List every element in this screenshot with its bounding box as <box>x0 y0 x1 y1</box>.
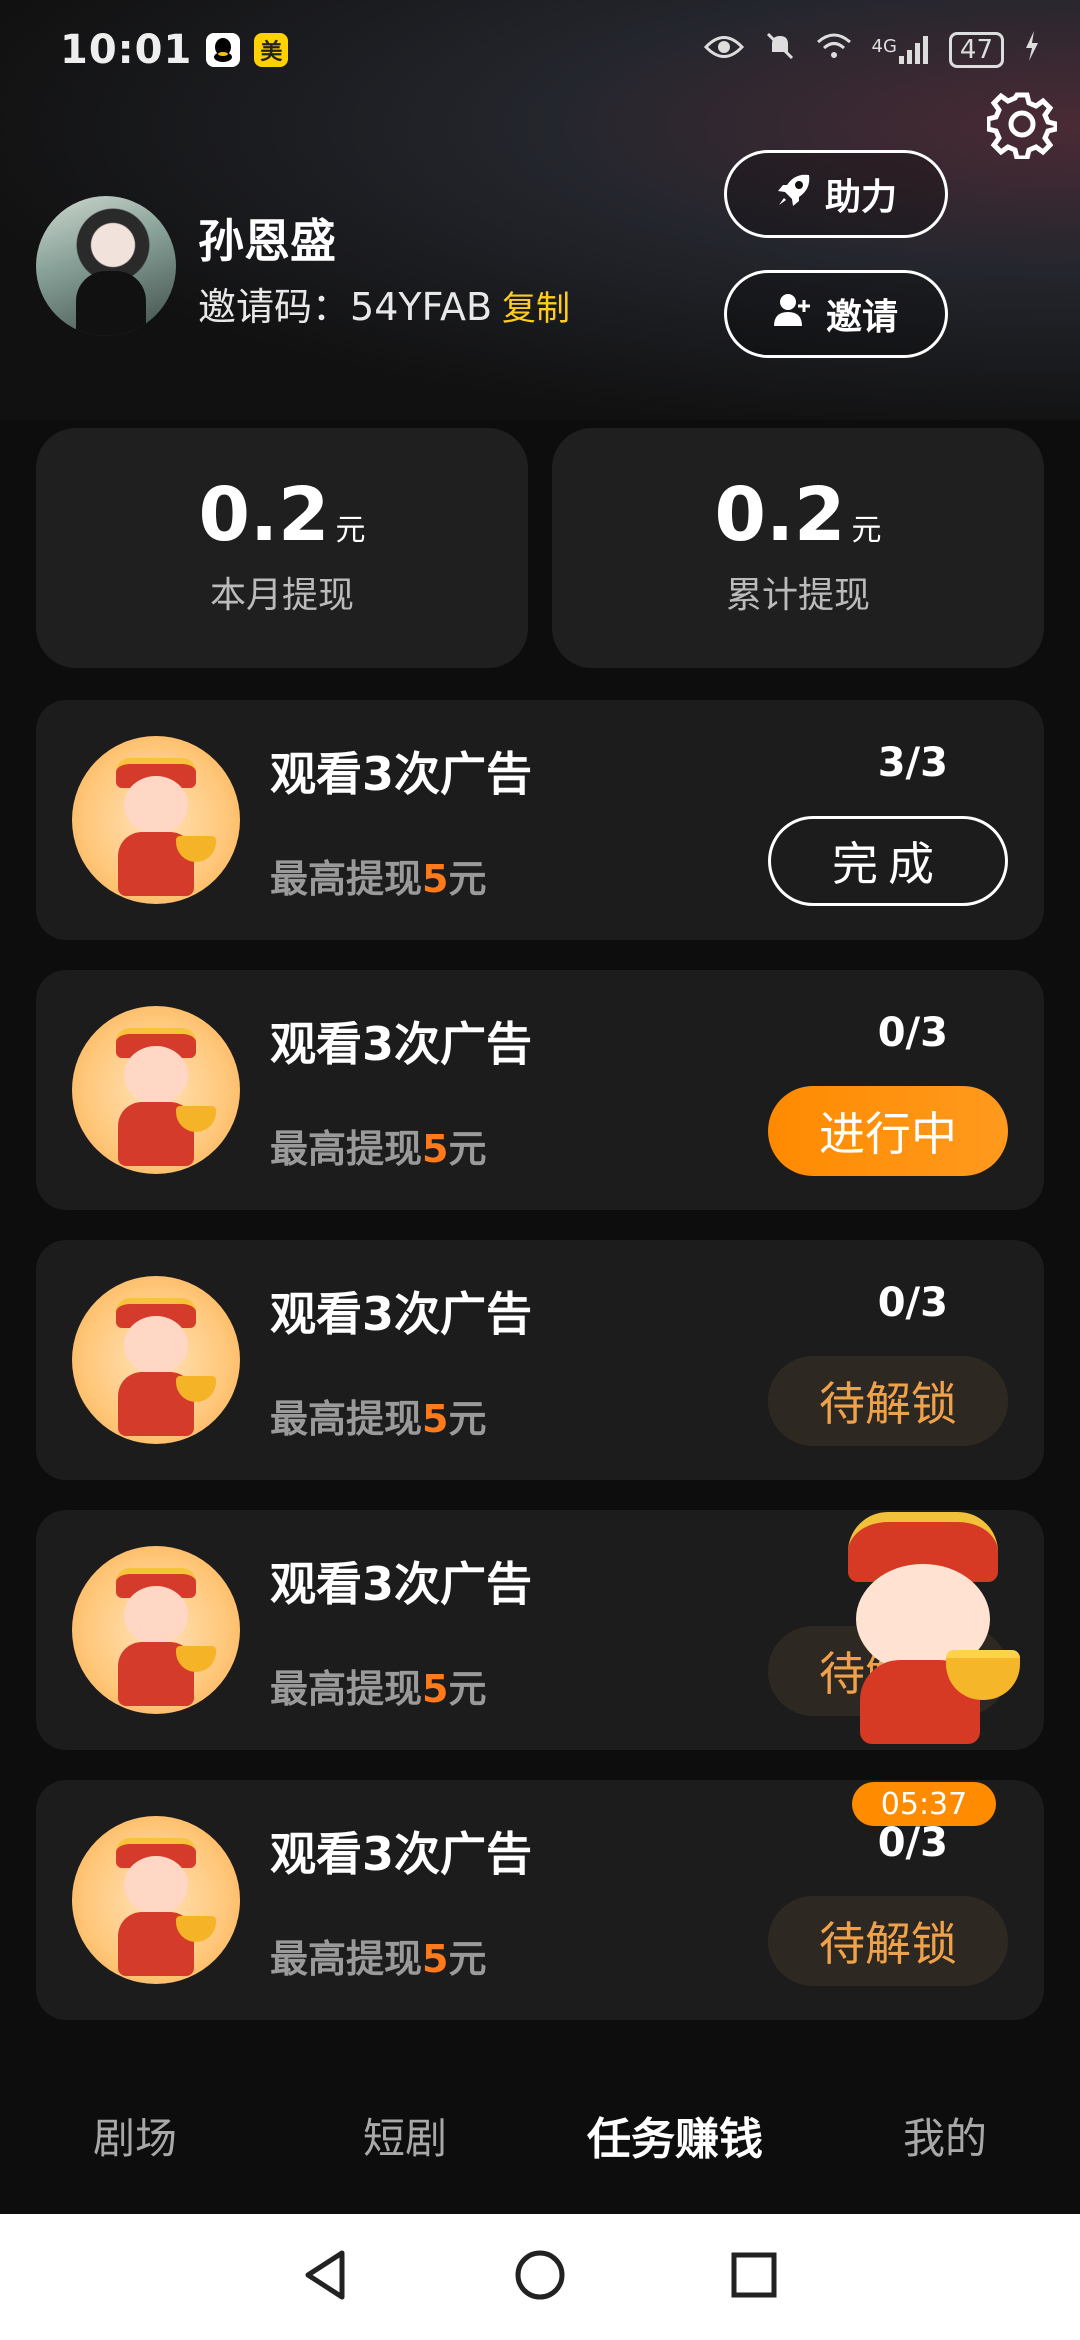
monthly-withdrawal-label: 本月提现 <box>209 575 354 616</box>
avatar[interactable] <box>36 196 176 336</box>
total-withdrawal-card: 0.2 元 累计提现 <box>552 428 1044 668</box>
stat-value: 0.2 元 <box>36 472 528 558</box>
task-title: 观看3次广告 <box>270 1557 533 1611</box>
invite-button-label: 邀请 <box>825 297 898 338</box>
invite-code-row: 邀请码：54YFAB 复制 <box>198 276 570 331</box>
fortune-god-icon <box>72 736 240 904</box>
tab-short-drama[interactable]: 短剧 <box>270 2105 540 2166</box>
countdown-timer-badge: 05:37 <box>852 1782 996 1826</box>
task-reward: 最高提现5元 <box>270 1667 487 1711</box>
task-progress: 0/3 <box>877 1280 948 1326</box>
battery-indicator: 47 <box>948 32 1004 68</box>
fortune-god-icon <box>72 1546 240 1714</box>
stat-value: 0.2 元 <box>552 472 1044 558</box>
back-icon[interactable] <box>302 2249 350 2305</box>
total-withdrawal-amount: 0.2 <box>714 472 846 558</box>
task-reward: 最高提现5元 <box>270 1127 487 1171</box>
task-card: 观看3次广告 最高提现5元 3/3 完成 <box>36 700 1044 940</box>
floating-fortune-god-widget[interactable] <box>820 1500 1030 1750</box>
task-card: 观看3次广告 最高提现5元 0/3 进行中 <box>36 970 1044 1210</box>
charging-icon <box>1024 31 1040 69</box>
status-time: 10:01 <box>60 27 193 73</box>
avatar-figure <box>76 271 146 336</box>
signal-icon: 4G <box>872 36 929 64</box>
wifi-icon <box>816 32 852 68</box>
tab-theater[interactable]: 剧场 <box>0 2105 270 2166</box>
task-title: 观看3次广告 <box>270 1287 533 1341</box>
stat-unit: 元 <box>851 513 882 548</box>
rocket-icon <box>775 171 813 218</box>
task-reward: 最高提现5元 <box>270 857 487 901</box>
status-indicators: 4G 47 <box>703 30 1041 70</box>
monthly-withdrawal-card: 0.2 元 本月提现 <box>36 428 528 668</box>
stat-unit: 元 <box>335 513 366 548</box>
invite-code-label: 邀请码： <box>198 285 351 329</box>
help-button[interactable]: 助力 <box>724 150 948 238</box>
fortune-god-icon <box>72 1006 240 1174</box>
settings-gear-icon[interactable] <box>986 88 1058 160</box>
copy-invite-code-button[interactable]: 复制 <box>502 289 570 329</box>
task-done-button[interactable]: 完成 <box>768 816 1008 906</box>
task-locked-button[interactable]: 待解锁 <box>768 1896 1008 1986</box>
task-progress: 0/3 <box>877 1010 948 1056</box>
task-locked-button[interactable]: 待解锁 <box>768 1356 1008 1446</box>
network-type: 4G <box>871 36 897 57</box>
recents-icon[interactable] <box>730 2251 778 2303</box>
task-in-progress-button[interactable]: 进行中 <box>768 1086 1008 1176</box>
eye-icon <box>703 33 744 68</box>
total-withdrawal-label: 累计提现 <box>725 575 870 616</box>
task-progress: 0/3 <box>877 1820 948 1866</box>
tab-mine[interactable]: 我的 <box>810 2105 1080 2166</box>
qq-icon <box>206 33 241 67</box>
task-title: 观看3次广告 <box>270 747 533 801</box>
username: 孙恩盛 <box>198 214 336 268</box>
task-card: 观看3次广告 最高提现5元 0/3 待解锁 <box>36 1240 1044 1480</box>
task-title: 观看3次广告 <box>270 1017 533 1071</box>
home-icon[interactable] <box>514 2249 566 2305</box>
fortune-god-icon <box>72 1276 240 1444</box>
system-nav-bar <box>0 2214 1080 2340</box>
monthly-withdrawal-amount: 0.2 <box>198 472 330 558</box>
add-user-icon <box>773 292 814 337</box>
tab-earn-tasks[interactable]: 任务赚钱 <box>540 2103 810 2167</box>
task-title: 观看3次广告 <box>270 1827 533 1881</box>
invite-button[interactable]: 邀请 <box>724 270 948 358</box>
task-progress: 3/3 <box>877 740 948 786</box>
task-reward: 最高提现5元 <box>270 1397 487 1441</box>
invite-code-value: 54YFAB <box>350 285 493 329</box>
task-reward: 最高提现5元 <box>270 1937 487 1981</box>
meituan-icon: 美 <box>254 33 289 67</box>
help-button-label: 助力 <box>824 177 897 218</box>
bottom-tab-bar: 剧场 短剧 任务赚钱 我的 <box>0 2055 1080 2215</box>
fortune-god-icon <box>72 1816 240 1984</box>
status-bar: 10:01 美 4G 47 <box>0 0 1080 100</box>
mute-icon <box>764 30 796 70</box>
